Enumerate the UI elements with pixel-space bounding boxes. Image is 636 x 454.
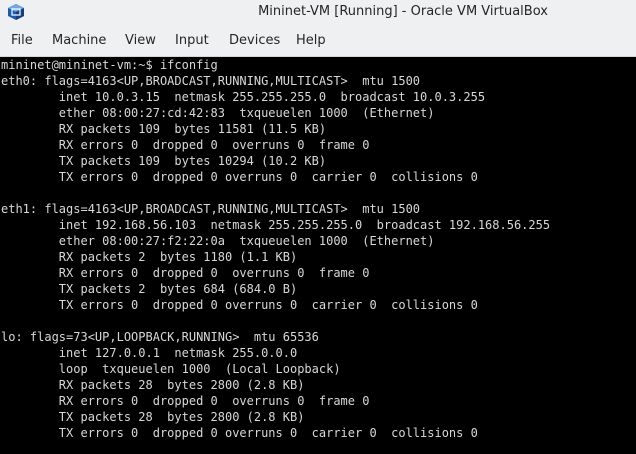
terminal-line: TX errors 0 dropped 0 overruns 0 carrier… <box>1 170 478 184</box>
terminal-line: TX packets 28 bytes 2800 (2.8 KB) <box>1 410 305 424</box>
terminal-line: TX packets 2 bytes 684 (684.0 B) <box>1 282 298 296</box>
terminal-line: RX errors 0 dropped 0 overruns 0 frame 0 <box>1 266 370 280</box>
terminal-console[interactable]: mininet@mininet-vm:~$ ifconfig eth0: fla… <box>0 57 636 454</box>
terminal-line: eth0: flags=4163<UP,BROADCAST,RUNNING,MU… <box>1 74 421 88</box>
terminal-line: ether 08:00:27:f2:22:0a txqueuelen 1000 … <box>1 234 435 248</box>
terminal-line: eth1: flags=4163<UP,BROADCAST,RUNNING,MU… <box>1 202 421 216</box>
virtualbox-window: Mininet-VM [Running] - Oracle VM Virtual… <box>0 0 636 454</box>
terminal-line: RX packets 109 bytes 11581 (11.5 KB) <box>1 122 327 136</box>
terminal-line: RX errors 0 dropped 0 overruns 0 frame 0 <box>1 138 370 152</box>
menu-file[interactable]: File <box>11 33 33 48</box>
terminal-line: TX errors 0 dropped 0 overruns 0 carrier… <box>1 426 478 440</box>
menu-help[interactable]: Help <box>296 33 326 48</box>
menu-machine[interactable]: Machine <box>52 33 106 48</box>
title-bar[interactable]: Mininet-VM [Running] - Oracle VM Virtual… <box>0 0 636 25</box>
menu-bar: File Machine View Input Devices Help <box>0 25 636 57</box>
terminal-line: RX packets 28 bytes 2800 (2.8 KB) <box>1 378 305 392</box>
terminal-line: mininet@mininet-vm:~$ ifconfig <box>1 58 218 72</box>
terminal-line: lo: flags=73<UP,LOOPBACK,RUNNING> mtu 65… <box>1 330 319 344</box>
terminal-line: inet 127.0.0.1 netmask 255.0.0.0 <box>1 346 298 360</box>
menu-view[interactable]: View <box>125 33 156 48</box>
terminal-line: TX packets 109 bytes 10294 (10.2 KB) <box>1 154 327 168</box>
terminal-line: TX errors 0 dropped 0 overruns 0 carrier… <box>1 298 478 312</box>
menu-devices[interactable]: Devices <box>229 33 280 48</box>
window-title: Mininet-VM [Running] - Oracle VM Virtual… <box>258 4 548 19</box>
terminal-line: RX packets 2 bytes 1180 (1.1 KB) <box>1 250 298 264</box>
terminal-line: loop txqueuelen 1000 (Local Loopback) <box>1 362 341 376</box>
terminal-line: RX errors 0 dropped 0 overruns 0 frame 0 <box>1 394 370 408</box>
terminal-line: inet 192.168.56.103 netmask 255.255.255.… <box>1 218 551 232</box>
terminal-line: inet 10.0.3.15 netmask 255.255.255.0 bro… <box>1 90 486 104</box>
terminal-line: ether 08:00:27:cd:42:83 txqueuelen 1000 … <box>1 106 435 120</box>
menu-input[interactable]: Input <box>175 33 209 48</box>
